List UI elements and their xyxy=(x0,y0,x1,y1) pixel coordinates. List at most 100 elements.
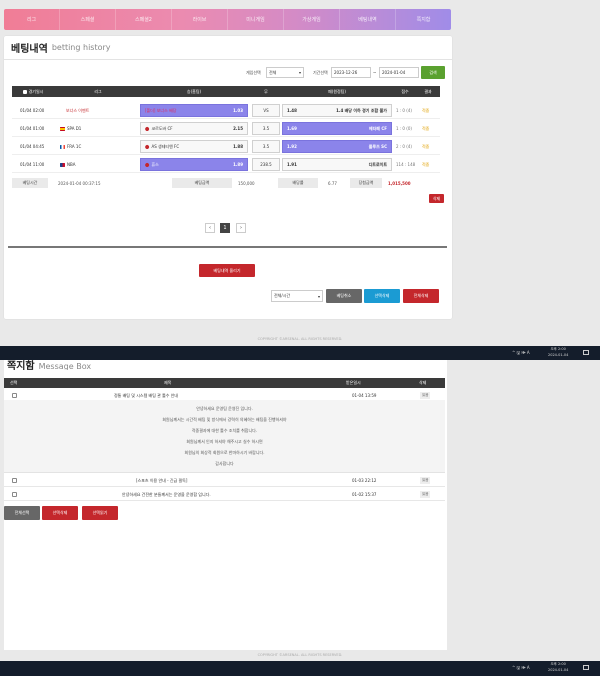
message-date: 01-02 15:37 xyxy=(352,492,377,497)
bet-amount-label: 베팅금액 xyxy=(172,178,232,188)
draw-value: VS xyxy=(263,108,269,113)
notification-icon[interactable] xyxy=(583,665,589,670)
copyright-text: COPYRIGHT ©ARSENAL. ALL RIGHTS RESERVED. xyxy=(257,337,343,341)
away-team: 몰루즈 SC xyxy=(368,143,387,149)
home-team: AS 생테티엔 FC xyxy=(151,143,180,149)
taskbar-clock[interactable]: 오후 2:00 2024-01-04 xyxy=(548,662,568,673)
home-pick[interactable]: [폴더] 보너스 배당 1.03 xyxy=(140,104,248,117)
draw-value: 3.5 xyxy=(262,126,270,131)
chevron-down-icon: ▾ xyxy=(298,70,301,75)
home-odds: 1.89 xyxy=(233,162,243,167)
message-select-read-button[interactable]: 선택읽기 xyxy=(82,506,118,520)
nav-item-message-box[interactable]: 쪽지함 xyxy=(396,9,451,30)
cancel-bet-button[interactable]: 베팅취소 xyxy=(326,289,362,303)
message-read-tag[interactable]: 읽음 xyxy=(420,392,431,399)
away-team: 헤타페 CF xyxy=(368,125,387,131)
col-draw: 무 xyxy=(264,88,268,94)
draw-pick[interactable]: 238.5 xyxy=(252,158,280,171)
row-league: NBA xyxy=(67,162,76,167)
message-checkbox[interactable] xyxy=(12,478,17,483)
nav-item-special2[interactable]: 스페셜2 xyxy=(116,9,172,30)
col-datetime: 경기일시 xyxy=(28,88,44,94)
taskbar-clock[interactable]: 오후 2:00 2024-01-04 xyxy=(548,347,568,358)
col-away: 패(원정팀) xyxy=(328,88,346,94)
date-to-value: 2024-01-04 xyxy=(382,70,406,75)
draw-pick[interactable]: 3.5 xyxy=(252,122,280,135)
col-home: 승(홈팀) xyxy=(186,88,202,94)
game-select[interactable]: 전체 ▾ xyxy=(266,67,304,78)
row-time: 01/04 01:00 xyxy=(20,126,45,131)
home-odds: 2.15 xyxy=(233,126,243,131)
upload-history-button[interactable]: 베팅내역 올리기 xyxy=(199,264,255,277)
bet-summary: 베팅시간 2024-01-04 00:37:15 베팅금액 150,000 배당… xyxy=(12,176,440,190)
home-pick[interactable]: ⬤ AS 생테티엔 FC 1.88 xyxy=(140,140,248,153)
nav-item-live[interactable]: 라이브 xyxy=(172,9,228,30)
date-to-input[interactable]: 2024-01-04 xyxy=(379,67,419,78)
message-select-delete-button[interactable]: 선택삭제 xyxy=(42,506,78,520)
away-team: 1.4 배당 이하 경기 조합 불가 xyxy=(336,107,387,113)
away-pick[interactable]: 1.48 1.4 배당 이하 경기 조합 불가 xyxy=(282,104,392,117)
pager-page-1[interactable]: 1 xyxy=(220,223,230,233)
message-checkbox[interactable] xyxy=(12,492,17,497)
draw-pick[interactable]: VS xyxy=(252,104,280,117)
taskbar: ^ 🖫 🕪 A 오후 2:00 2024-01-04 xyxy=(0,661,600,676)
row-league-cell: SPA D1 xyxy=(60,120,81,137)
section-divider xyxy=(8,246,447,248)
search-button[interactable]: 검색 xyxy=(421,66,445,79)
delete-all-button[interactable]: 전체삭제 xyxy=(403,289,439,303)
nav-item-betting-history[interactable]: 베팅내역 xyxy=(340,9,396,30)
home-pick[interactable]: ⬤ 코르도바 CF 2.15 xyxy=(140,122,248,135)
message-line: 안녕하세요 운영팀 운영진 입니다. xyxy=(196,406,253,411)
row-score: 114 : 148 xyxy=(396,162,416,167)
date-separator: ~ xyxy=(373,70,377,75)
draw-pick[interactable]: 3.5 xyxy=(252,140,280,153)
sort-select[interactable]: 전체/시간 ▾ xyxy=(271,290,323,302)
date-from-input[interactable]: 2023-12-26 xyxy=(331,67,371,78)
copyright-text: COPYRIGHT ©ARSENAL. ALL RIGHTS RESERVED. xyxy=(257,653,343,657)
sort-select-value: 전체/시간 xyxy=(274,293,291,298)
away-pick[interactable]: 1.69 헤타페 CF xyxy=(282,122,392,135)
header-select-date: 경기일시 xyxy=(16,86,50,97)
message-row[interactable]: 안녕하세요 건전한 분들께서는 운영을 운영합 입니다. 01-02 15:37… xyxy=(4,488,445,501)
home-team: [폴더] 보너스 배당 xyxy=(145,107,177,113)
message-subject[interactable]: [스포츠 이용 안내 - 긴급 필독] xyxy=(136,474,187,487)
message-title: 쪽지함 xyxy=(7,361,35,371)
period-label: 기간선택 xyxy=(313,70,328,75)
message-line: 회원님께서는 시간적 배팅 및 방식에서 강력히 의혜하는 배팅을 진행하셔야 xyxy=(162,417,287,422)
pin-icon: ⬤ xyxy=(145,144,150,149)
clock-time: 오후 2:00 xyxy=(550,347,566,351)
draw-value: 238.5 xyxy=(260,162,272,167)
pager-next-button[interactable]: › xyxy=(236,223,246,233)
home-pick[interactable]: ⬤ 휴스 1.89 xyxy=(140,158,248,171)
odds-value: 6.77 xyxy=(328,180,337,186)
system-tray[interactable]: ^ 🖫 🕪 A xyxy=(512,346,530,360)
draw-value: 3.5 xyxy=(262,144,270,149)
message-checkbox[interactable] xyxy=(12,393,17,398)
system-tray[interactable]: ^ 🖫 🕪 A xyxy=(512,661,530,676)
away-odds: 1.92 xyxy=(287,144,297,149)
col-subject: 제목 xyxy=(164,380,172,385)
nav-item-special[interactable]: 스페셜 xyxy=(60,9,116,30)
notification-icon[interactable] xyxy=(583,350,589,355)
home-odds: 1.88 xyxy=(233,144,243,149)
select-all-checkbox[interactable] xyxy=(22,89,27,94)
row-league-cell: FRA 1C xyxy=(60,138,81,155)
nav-item-virtual[interactable]: 가상게임 xyxy=(284,9,340,30)
pager-prev-button[interactable]: ‹ xyxy=(205,223,215,233)
nav-item-minigame[interactable]: 미니게임 xyxy=(228,9,284,30)
row-result: 적중 xyxy=(422,107,430,113)
select-all-button[interactable]: 전체선택 xyxy=(4,506,40,520)
col-delete: 삭제 xyxy=(419,380,427,385)
betting-table-header: 경기일시 리그 승(홈팀) 무 패(원정팀) 점수 결과 xyxy=(12,86,440,97)
away-pick[interactable]: 1.91 디트로이트 xyxy=(282,158,392,171)
row-league: FRA 1C xyxy=(67,144,82,149)
message-subject[interactable]: 안녕하세요 건전한 분들께서는 운영을 운영합 입니다. xyxy=(122,488,211,501)
delete-bet-button[interactable]: 삭제 xyxy=(429,194,444,203)
nav-item-league[interactable]: 리그 xyxy=(4,9,60,30)
away-odds: 1.48 xyxy=(287,108,297,113)
select-delete-button[interactable]: 선택삭제 xyxy=(364,289,400,303)
message-read-tag[interactable]: 읽음 xyxy=(420,477,431,484)
message-read-tag[interactable]: 읽음 xyxy=(420,491,431,498)
message-row[interactable]: [스포츠 이용 안내 - 긴급 필독] 01-03 22:12 읽음 xyxy=(4,474,445,487)
away-pick[interactable]: 1.92 몰루즈 SC xyxy=(282,140,392,153)
